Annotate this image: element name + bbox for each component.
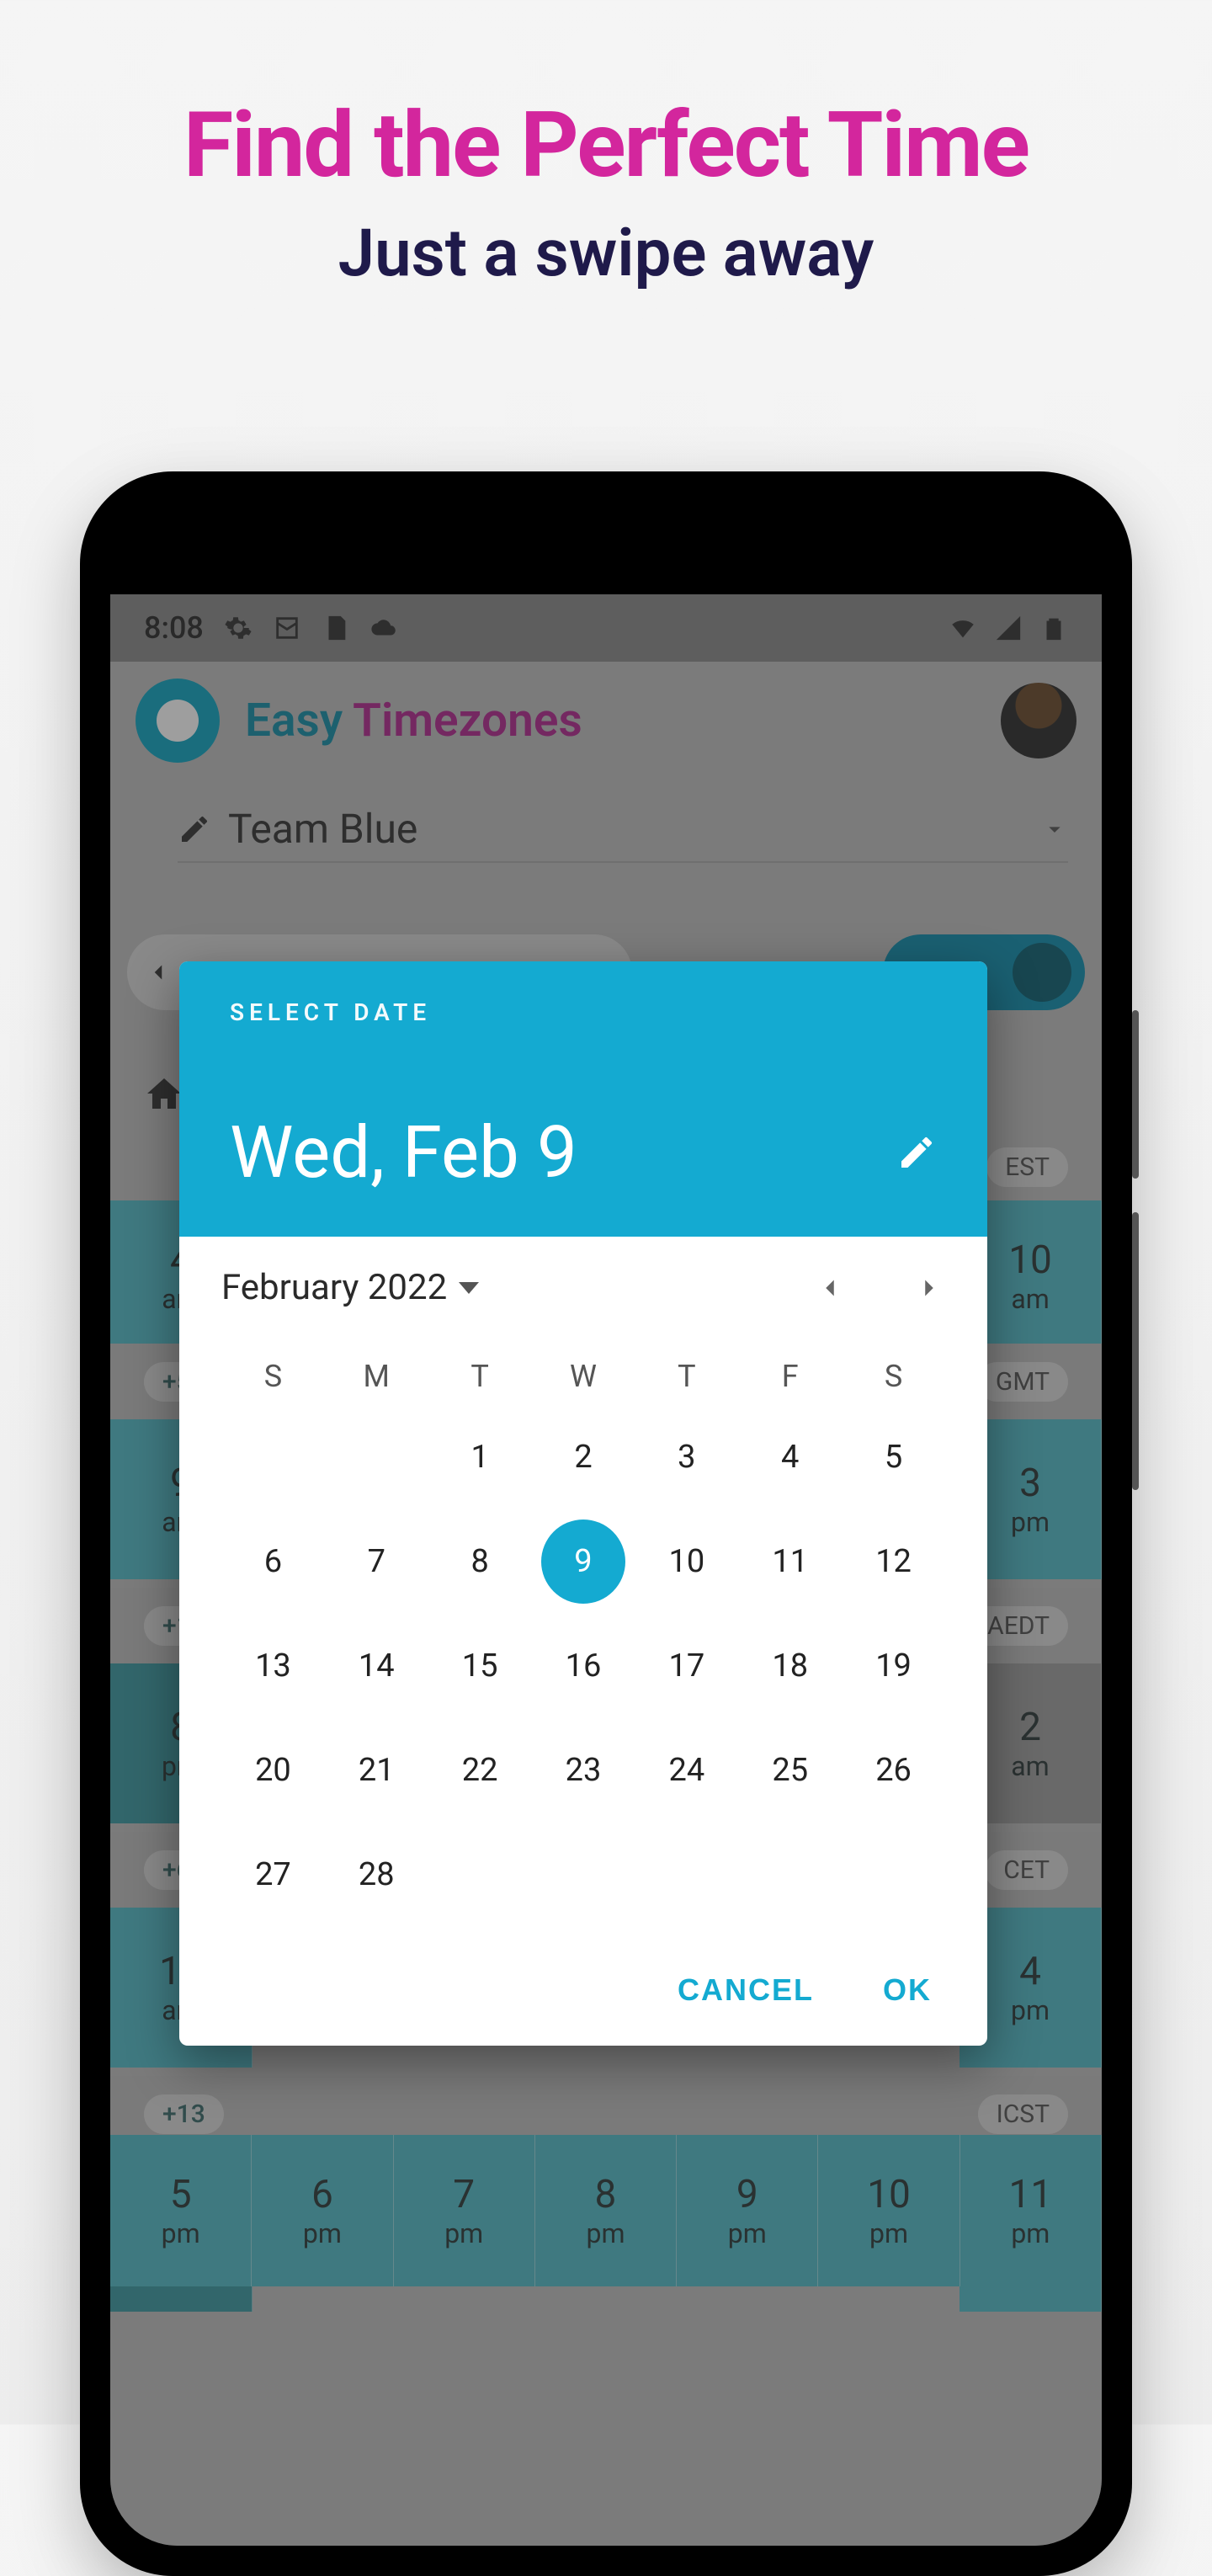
calendar-day[interactable]: 3 [635, 1428, 738, 1487]
prev-month-button[interactable] [814, 1272, 846, 1304]
tz-label: ICST [978, 2094, 1068, 2134]
pencil-icon[interactable] [896, 1132, 937, 1173]
dow-label: T [635, 1359, 738, 1394]
calendar-day[interactable]: 8 [428, 1532, 532, 1591]
app-title: Easy Timezones [245, 694, 582, 748]
calendar-day[interactable]: 28 [325, 1845, 428, 1904]
home-icon[interactable] [144, 1101, 184, 1117]
dow-label: F [738, 1359, 842, 1394]
calendar-days-grid: 1234567891011121314151617181920212223242… [221, 1428, 945, 1904]
promo-headline: Find the Perfect Time Just a swipe away [0, 93, 1212, 292]
calendar-day[interactable]: 26 [842, 1741, 945, 1800]
team-name: Team Blue [228, 805, 1041, 853]
sd-card-icon [322, 614, 350, 642]
calendar-day[interactable]: 25 [738, 1741, 842, 1800]
time-cell[interactable]: 7pm [394, 2135, 535, 2286]
dow-label: S [842, 1359, 945, 1394]
time-cell[interactable]: 6pm [252, 2135, 393, 2286]
calendar-day[interactable]: 4 [738, 1428, 842, 1487]
tz-offset: +13 [144, 2094, 224, 2134]
calendar-day[interactable]: 18 [738, 1637, 842, 1695]
calendar-day[interactable]: 10 [635, 1532, 738, 1591]
selected-date-display: Wed, Feb 9 [230, 1110, 577, 1195]
time-cell[interactable]: 9pm [677, 2135, 818, 2286]
select-date-label: SELECT DATE [230, 998, 937, 1026]
cloud-icon [370, 614, 399, 642]
month-navigation: February 2022 [221, 1267, 945, 1308]
dow-label: W [532, 1359, 635, 1394]
calendar-day[interactable]: 9 [541, 1520, 625, 1604]
calendar-day[interactable]: 15 [428, 1637, 532, 1695]
calendar-day[interactable]: 13 [221, 1637, 325, 1695]
wifi-icon [949, 614, 977, 642]
gear-icon [224, 614, 252, 642]
calendar-day[interactable]: 14 [325, 1637, 428, 1695]
calendar-day[interactable]: 5 [842, 1428, 945, 1487]
calendar-day[interactable]: 22 [428, 1741, 532, 1800]
signal-icon [994, 614, 1023, 642]
phone-screen: 8:08 Easy Timezo [110, 502, 1102, 2546]
calendar-day[interactable]: 20 [221, 1741, 325, 1800]
pencil-icon [178, 812, 211, 846]
phone-frame: 8:08 Easy Timezo [80, 471, 1132, 2576]
dow-label: T [428, 1359, 532, 1394]
mail-icon [273, 614, 301, 642]
date-picker-header: SELECT DATE Wed, Feb 9 [179, 961, 987, 1237]
month-selector[interactable]: February 2022 [221, 1267, 479, 1308]
calendar-day[interactable]: 23 [532, 1741, 635, 1800]
avatar[interactable] [1001, 683, 1076, 758]
day-of-week-header: SMTWTFS [221, 1359, 945, 1394]
calendar-day[interactable]: 21 [325, 1741, 428, 1800]
chevron-down-icon [1041, 816, 1068, 843]
time-cell[interactable]: 11pm [960, 2135, 1102, 2286]
tz-label: EST [986, 1147, 1068, 1187]
chevron-left-icon [144, 958, 173, 987]
next-month-button[interactable] [913, 1272, 945, 1304]
promo-subtitle: Just a swipe away [0, 216, 1212, 292]
cancel-button[interactable]: CANCEL [672, 1972, 819, 2009]
calendar-day[interactable]: 11 [738, 1532, 842, 1591]
ok-button[interactable]: OK [878, 1972, 937, 2009]
time-cell[interactable]: 10pm [818, 2135, 960, 2286]
tz-label: GMT [977, 1362, 1068, 1402]
time-cell[interactable]: 5pm [110, 2135, 252, 2286]
calendar-day[interactable]: 2 [532, 1428, 635, 1487]
calendar-day[interactable]: 7 [325, 1532, 428, 1591]
calendar-day[interactable]: 19 [842, 1637, 945, 1695]
calendar-day[interactable]: 12 [842, 1532, 945, 1591]
date-picker-modal: SELECT DATE Wed, Feb 9 February 2022 [179, 961, 987, 2046]
app-header: Easy Timezones [110, 662, 1102, 780]
team-selector[interactable]: Team Blue [178, 805, 1068, 863]
app-logo[interactable] [136, 679, 220, 763]
status-bar: 8:08 [110, 594, 1102, 662]
calendar-day[interactable]: 6 [221, 1532, 325, 1591]
date-picker-actions: CANCEL OK [179, 1921, 987, 2046]
calendar-day[interactable]: 27 [221, 1845, 325, 1904]
time-cell[interactable]: 8pm [535, 2135, 677, 2286]
chevron-down-icon [459, 1282, 479, 1294]
promo-title: Find the Perfect Time [0, 93, 1212, 199]
dow-label: S [221, 1359, 325, 1394]
calendar-day[interactable]: 1 [428, 1428, 532, 1487]
battery-icon [1039, 614, 1068, 642]
calendar-day[interactable]: 24 [635, 1741, 738, 1800]
timezone-full-row: 5pm6pm7pm8pm9pm10pm11pm [110, 2135, 1102, 2286]
calendar-day[interactable]: 17 [635, 1637, 738, 1695]
calendar-day[interactable]: 16 [532, 1637, 635, 1695]
tz-label: CET [985, 1850, 1068, 1890]
dow-label: M [325, 1359, 428, 1394]
status-time: 8:08 [144, 610, 204, 646]
